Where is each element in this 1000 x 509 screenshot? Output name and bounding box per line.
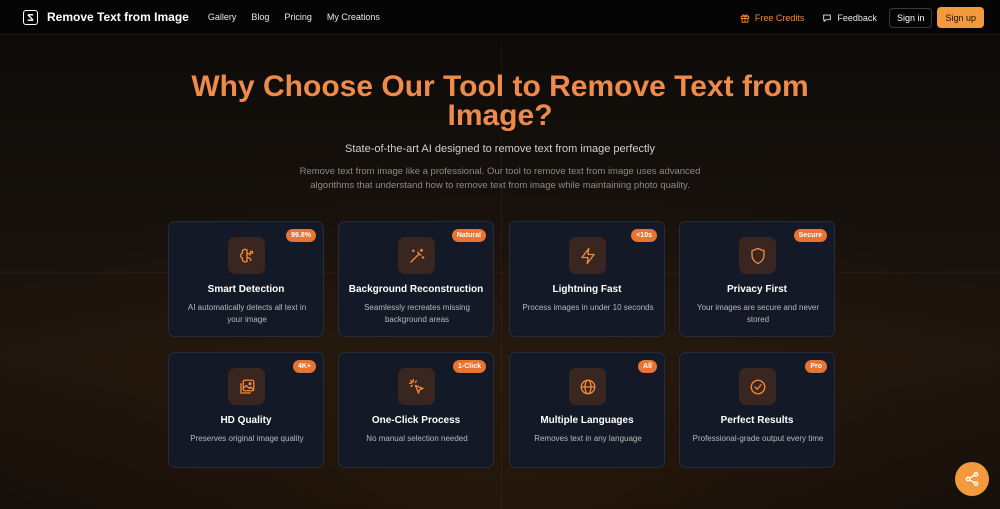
shield-icon <box>739 237 776 274</box>
feature-description: Professional-grade output every time <box>692 434 824 443</box>
free-credits-label: Free Credits <box>754 12 805 23</box>
feedback-label: Feedback <box>837 12 877 23</box>
click-cursor-icon <box>398 368 435 405</box>
top-nav: Remove Text from Image Gallery Blog Pric… <box>0 0 1000 35</box>
brand-name: Remove Text from Image <box>47 10 189 24</box>
magic-wand-icon <box>398 237 435 274</box>
feature-badge: <10s <box>631 229 657 242</box>
feature-title: Background Reconstruction <box>348 284 484 295</box>
feature-description: Removes text in any language <box>534 434 642 443</box>
nav-link-pricing[interactable]: Pricing <box>284 12 312 22</box>
feature-badge: Pro <box>805 360 827 373</box>
feature-badge: Secure <box>793 229 827 242</box>
nav-link-blog[interactable]: Blog <box>251 12 269 22</box>
images-icon <box>228 368 265 405</box>
feature-card-background-reconstruction: Natural Background Reconstruction Seamle… <box>338 221 494 337</box>
feature-description: Your images are secure and never stored <box>697 303 819 324</box>
background-seam <box>0 272 1000 273</box>
feature-title: One-Click Process <box>371 415 461 426</box>
nav-links: Gallery Blog Pricing My Creations <box>208 12 395 22</box>
feature-card-lightning-fast: <10s Lightning Fast Process images in un… <box>509 221 665 337</box>
feature-title: HD Quality <box>220 415 272 426</box>
nav-link-gallery[interactable]: Gallery <box>208 12 237 22</box>
section-subtitle: State-of-the-art AI designed to remove t… <box>345 143 655 155</box>
feature-card-smart-detection: 99.8% Smart Detection AI automatically d… <box>168 221 324 337</box>
sign-up-button[interactable]: Sign up <box>937 7 984 28</box>
share-icon <box>965 472 979 486</box>
feature-card-one-click-process: 1-Click One-Click Process No manual sele… <box>338 352 494 468</box>
chat-icon <box>823 14 832 22</box>
feature-card-hd-quality: 4K+ HD Quality Preserves original image … <box>168 352 324 468</box>
brand[interactable]: Remove Text from Image <box>23 9 189 25</box>
free-credits-link[interactable]: Free Credits <box>740 12 805 23</box>
feature-badge: All <box>638 360 657 373</box>
gift-icon <box>740 13 750 23</box>
nav-link-my-creations[interactable]: My Creations <box>327 12 380 22</box>
feature-title: Lightning Fast <box>552 284 622 295</box>
section-description: Remove text from image like a profession… <box>299 166 701 191</box>
feature-badge: 99.8% <box>286 229 316 242</box>
feature-description: AI automatically detects all text in you… <box>187 303 307 324</box>
globe-icon <box>569 368 606 405</box>
share-button[interactable] <box>955 462 989 496</box>
sign-in-button[interactable]: Sign in <box>888 7 933 28</box>
feature-title: Multiple Languages <box>540 415 634 426</box>
logo-icon <box>23 9 38 25</box>
brain-icon <box>228 237 265 274</box>
feature-badge: Natural <box>451 229 486 242</box>
nav-actions: Free Credits Feedback Sign in Sign up <box>740 0 984 35</box>
section-title: Why Choose Our Tool to Remove Text from … <box>191 70 809 132</box>
lightning-icon <box>569 237 606 274</box>
feature-badge: 1-Click <box>453 360 486 373</box>
feature-description: Preserves original image quality <box>190 434 304 443</box>
feature-description: Process images in under 10 seconds <box>522 303 654 312</box>
feature-badge: 4K+ <box>292 360 316 373</box>
feature-title: Perfect Results <box>720 415 794 426</box>
check-circle-icon <box>739 368 776 405</box>
feature-description: No manual selection needed <box>366 434 468 443</box>
feature-card-privacy-first: Secure Privacy First Your images are sec… <box>679 221 835 337</box>
feedback-link[interactable]: Feedback <box>822 13 877 23</box>
feature-title: Privacy First <box>726 284 788 295</box>
feature-card-multiple-languages: All Multiple Languages Removes text in a… <box>509 352 665 468</box>
feature-description: Seamlessly recreates missing background … <box>364 303 470 324</box>
feature-title: Smart Detection <box>207 284 285 295</box>
feature-card-perfect-results: Pro Perfect Results Professional-grade o… <box>679 352 835 468</box>
